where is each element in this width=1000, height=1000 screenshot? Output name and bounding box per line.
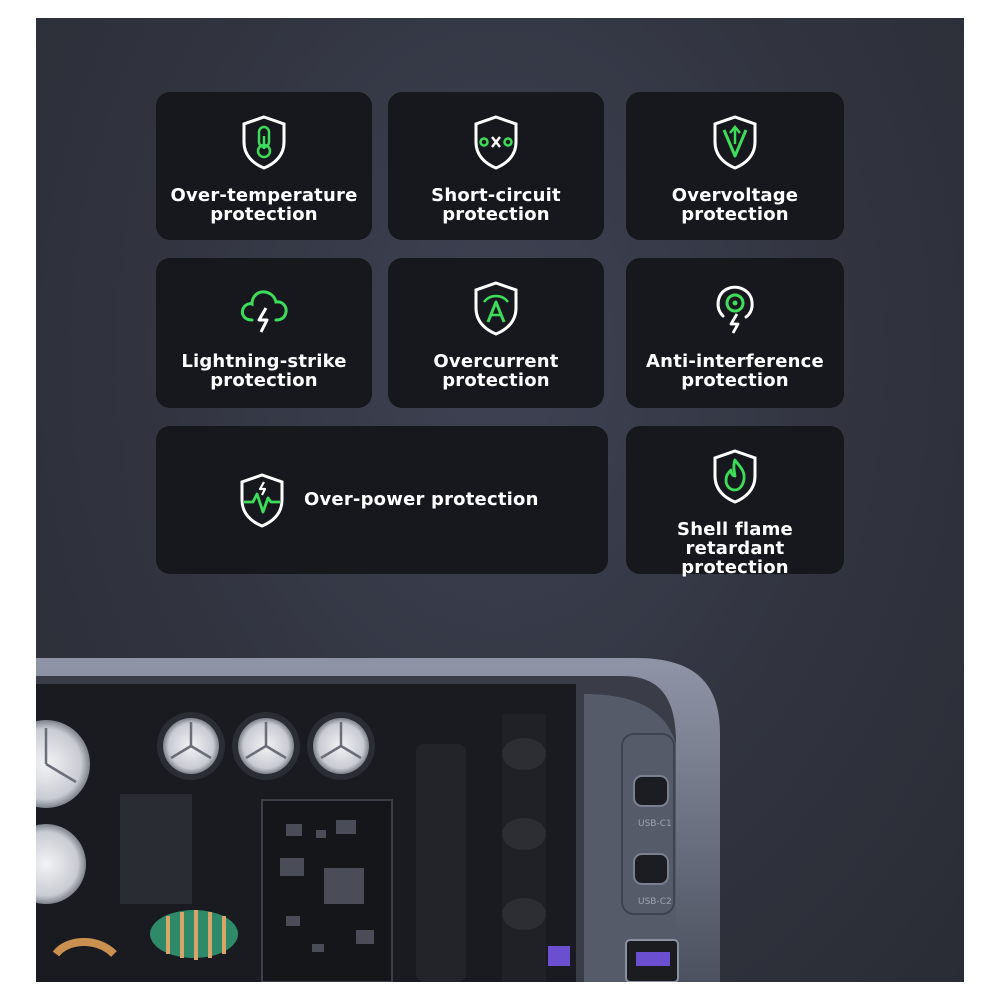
current-shield-icon — [470, 280, 522, 336]
lightning-cloud-icon — [238, 280, 290, 336]
pulse-shield-icon — [236, 472, 288, 528]
interference-target-icon — [709, 280, 761, 336]
voltage-shield-icon — [709, 114, 761, 170]
feature-title: Lightning-strike — [181, 351, 347, 372]
feature-subtitle: protection — [681, 557, 789, 578]
feature-label: Anti-interference protection — [634, 352, 836, 390]
flame-shield-icon — [709, 448, 761, 504]
product-banner: Over-temperature protection Short-circui… — [36, 18, 964, 982]
short-circuit-shield-icon — [470, 114, 522, 170]
feature-label: Shell flame retardant protection — [634, 520, 836, 577]
feature-card-over-temperature: Over-temperature protection — [156, 92, 372, 240]
feature-label: Over-power protection — [304, 490, 539, 509]
port-label-usb-c2: USB-C2 — [638, 897, 672, 907]
feature-subtitle: protection — [681, 370, 789, 391]
feature-card-short-circuit: Short-circuit protection — [388, 92, 604, 240]
feature-card-over-power: Over-power protection — [156, 426, 608, 574]
feature-subtitle: protection — [442, 204, 550, 225]
feature-title: Overvoltage — [671, 185, 799, 206]
feature-card-anti-interference: Anti-interference protection — [626, 258, 844, 408]
feature-label: Over-temperature protection — [164, 186, 364, 224]
feature-title: Over-power protection — [304, 489, 539, 510]
feature-card-overcurrent: Overcurrent protection — [388, 258, 604, 408]
port-label-usb-c1: USB-C1 — [638, 819, 672, 829]
feature-label: Lightning-strike protection — [164, 352, 364, 390]
feature-title: Short-circuit — [431, 185, 561, 206]
feature-subtitle: protection — [442, 370, 550, 391]
feature-title: Anti-interference — [646, 351, 824, 372]
feature-subtitle: protection — [210, 204, 318, 225]
feature-title: Shell flame retardant — [677, 519, 793, 559]
feature-title: Over-temperature — [170, 185, 358, 206]
feature-label: Overvoltage protection — [634, 186, 836, 224]
feature-card-lightning-strike: Lightning-strike protection — [156, 258, 372, 408]
feature-card-flame-retardant: Shell flame retardant protection — [626, 426, 844, 577]
feature-label: Overcurrent protection — [396, 352, 596, 390]
feature-title: Overcurrent — [433, 351, 559, 372]
feature-subtitle: protection — [681, 204, 789, 225]
feature-subtitle: protection — [210, 370, 318, 391]
charger-cutaway-illustration: USB-C1 USB-C2 — [36, 658, 720, 982]
feature-label: Short-circuit protection — [396, 186, 596, 224]
feature-card-overvoltage: Overvoltage protection — [626, 92, 844, 240]
thermometer-shield-icon — [238, 114, 290, 170]
